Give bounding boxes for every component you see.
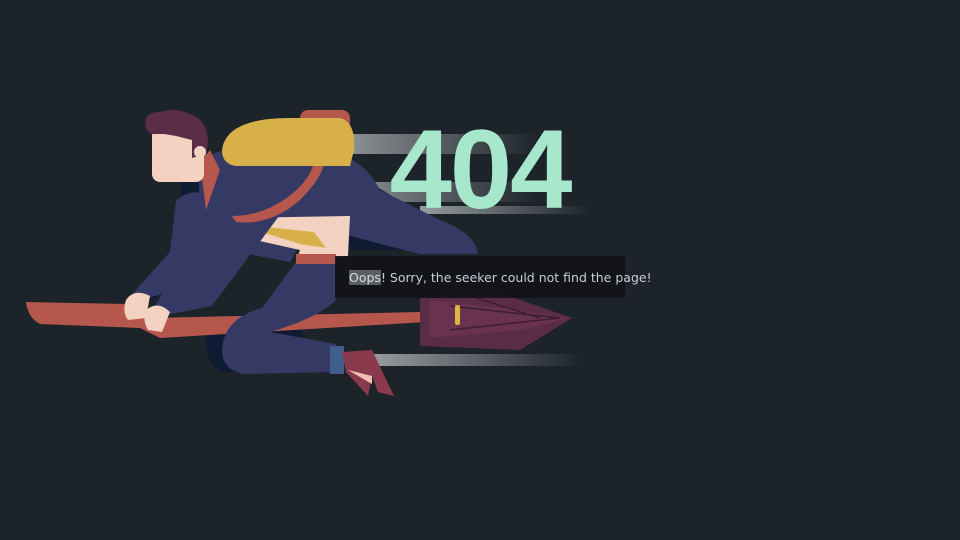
error-message-rest: ! Sorry, the seeker could not find the p… <box>380 269 652 285</box>
not-found-page: 404 Oops! Sorry, the seeker could not fi… <box>0 0 960 540</box>
error-message-box: Oops! Sorry, the seeker could not find t… <box>335 256 652 298</box>
error-message: Oops! Sorry, the seeker could not find t… <box>349 269 652 285</box>
head <box>145 110 208 182</box>
error-message-highlight: Oops <box>349 269 381 285</box>
error-code: 404 <box>389 107 573 232</box>
backpack <box>222 110 355 166</box>
